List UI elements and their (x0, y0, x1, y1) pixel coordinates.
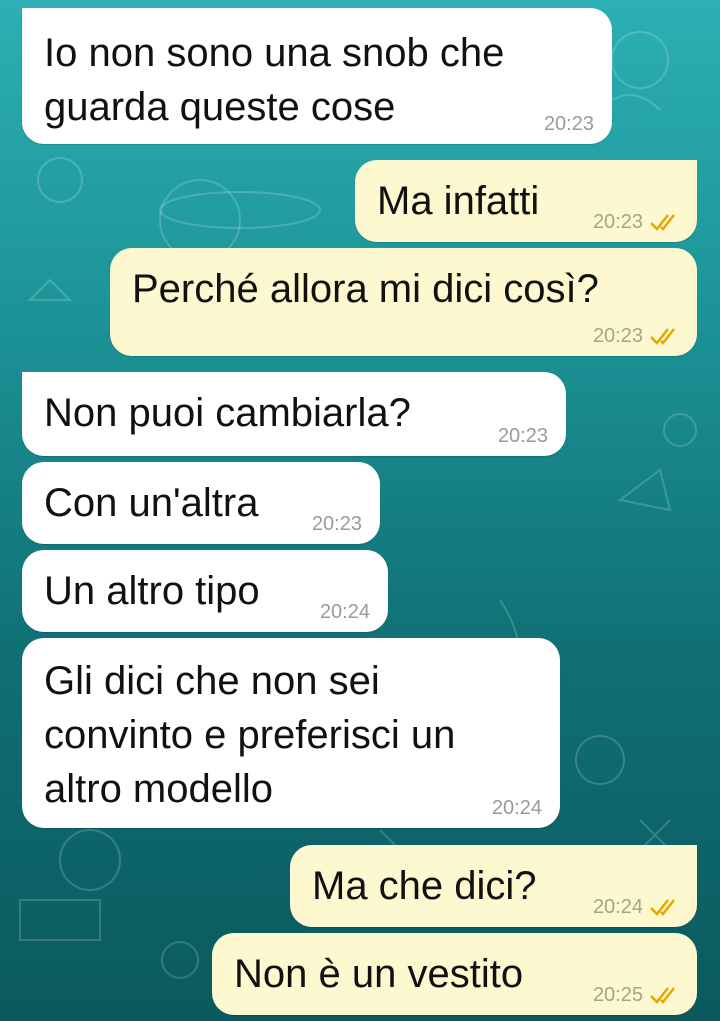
message-text: Non è un vestito (234, 952, 524, 996)
message-text: Con un'altra (44, 481, 259, 525)
message-meta: 20:23 (544, 112, 594, 136)
message-bubble-incoming[interactable]: Con un'altra 20:23 (22, 462, 380, 544)
message-time: 20:23 (497, 425, 548, 447)
message-text: Non puoi cambiarla? (44, 391, 411, 435)
message-bubble-outgoing[interactable]: Non è un vestito 20:25 (212, 933, 697, 1015)
message-meta: 20:23 (312, 512, 362, 536)
message-time: 20:25 (592, 984, 643, 1006)
message-bubble-incoming[interactable]: Un altro tipo 20:24 (22, 550, 388, 632)
message-meta: 20:24 (593, 895, 679, 919)
message-text: Gli dici che non sei convinto e preferis… (44, 659, 456, 811)
message-time: 20:23 (592, 211, 643, 233)
message-meta: 20:25 (593, 983, 679, 1007)
message-bubble-outgoing[interactable]: Perché allora mi dici così? 20:23 (110, 248, 697, 356)
message-meta: 20:23 (593, 210, 679, 234)
message-time: 20:24 (491, 797, 542, 819)
message-bubble-incoming[interactable]: Gli dici che non sei convinto e preferis… (22, 638, 560, 828)
double-check-read-icon (650, 214, 675, 231)
message-time: 20:23 (543, 113, 594, 135)
double-check-read-icon (650, 899, 675, 916)
message-bubble-incoming[interactable]: Io non sono una snob che guarda queste c… (22, 8, 612, 144)
double-check-read-icon (650, 987, 675, 1004)
message-bubble-incoming[interactable]: Non puoi cambiarla? 20:23 (22, 372, 566, 456)
message-time: 20:24 (319, 601, 370, 623)
message-text: Io non sono una snob che guarda queste c… (44, 31, 505, 129)
message-time: 20:23 (311, 513, 362, 535)
message-text: Ma infatti (377, 179, 540, 223)
message-meta: 20:23 (498, 424, 548, 448)
message-text: Un altro tipo (44, 569, 260, 613)
message-bubble-outgoing[interactable]: Ma infatti 20:23 (355, 160, 697, 242)
message-meta: 20:23 (593, 324, 679, 348)
message-bubble-outgoing[interactable]: Ma che dici? 20:24 (290, 845, 697, 927)
message-meta: 20:24 (320, 600, 370, 624)
message-text: Ma che dici? (312, 864, 537, 908)
message-time: 20:23 (592, 325, 643, 347)
message-time: 20:24 (592, 896, 643, 918)
message-meta: 20:24 (492, 796, 542, 820)
message-text: Perché allora mi dici così? (132, 267, 599, 311)
double-check-read-icon (650, 328, 675, 345)
